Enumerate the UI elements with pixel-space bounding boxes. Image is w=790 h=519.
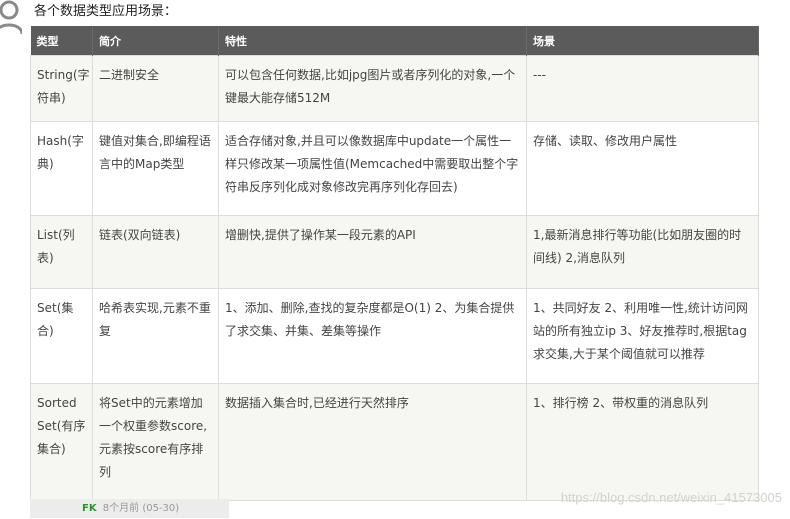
cell-scenarios: 1,最新消息排行等功能(比如朋友圈的时间线) 2,消息队列 [526,215,759,289]
cell-features: 适合存储对象,并且可以像数据库中update一个属性一样只修改某一项属性值(Me… [218,121,527,216]
table-row: String(字符串) 二进制安全 可以包含任何数据,比如jpg图片或者序列化的… [30,55,759,122]
cell-type: Set(集合) [30,288,93,384]
header-scenarios: 场景 [526,26,759,56]
cell-type: Hash(字典) [30,121,93,216]
comment-timestamp: 8个月前 (05-30) [102,503,180,514]
cell-intro: 二进制安全 [92,55,219,122]
cell-intro: 将Set中的元素增加一个权重参数score,元素按score有序排列 [92,383,219,501]
cell-scenarios: 1、排行榜 2、带权重的消息队列 [526,383,759,501]
table-row: Hash(字典) 键值对集合,即编程语言中的Map类型 适合存储对象,并且可以像… [30,121,759,216]
section-heading: 各个数据类型应用场景： [34,4,178,19]
cell-features: 可以包含任何数据,比如jpg图片或者序列化的对象,一个键最大能存储512M [218,55,527,122]
data-types-table-container: 类型 简介 特性 场景 String(字符串) 二进制安全 可以包含任何数据,比… [30,26,759,501]
header-features: 特性 [218,26,527,56]
table-row: List(列表) 链表(双向链表) 增删快,提供了操作某一段元素的API 1,最… [30,215,759,289]
cell-scenarios: --- [526,55,759,122]
comment-meta-bar: FK 8个月前 (05-30) [30,499,229,518]
data-types-table: 类型 简介 特性 场景 String(字符串) 二进制安全 可以包含任何数据,比… [30,26,759,501]
cell-features: 数据插入集合时,已经进行天然排序 [218,383,527,501]
cell-intro: 哈希表实现,元素不重复 [92,288,219,384]
table-header-row: 类型 简介 特性 场景 [30,26,759,56]
cell-features: 增删快,提供了操作某一段元素的API [218,215,527,289]
table-row: Set(集合) 哈希表实现,元素不重复 1、添加、删除,查找的复杂度都是O(1)… [30,288,759,384]
header-intro: 简介 [92,26,219,56]
cell-intro: 键值对集合,即编程语言中的Map类型 [92,121,219,216]
cell-intro: 链表(双向链表) [92,215,219,289]
cell-scenarios: 1、共同好友 2、利用唯一性,统计访问网站的所有独立ip 3、好友推荐时,根据t… [526,288,759,384]
cell-type: String(字符串) [30,55,93,122]
cell-features: 1、添加、删除,查找的复杂度都是O(1) 2、为集合提供了求交集、并集、差集等操… [218,288,527,384]
header-type: 类型 [30,26,93,56]
user-avatar-icon [0,0,22,34]
cell-type: Sorted Set(有序集合) [30,383,93,501]
cell-type: List(列表) [30,215,93,289]
cell-scenarios: 存储、读取、修改用户属性 [526,121,759,216]
table-row: Sorted Set(有序集合) 将Set中的元素增加一个权重参数score,元… [30,383,759,501]
comment-author-link[interactable]: FK [82,503,97,514]
watermark-text: https://blog.csdn.net/weixin_41573005 [560,490,782,505]
